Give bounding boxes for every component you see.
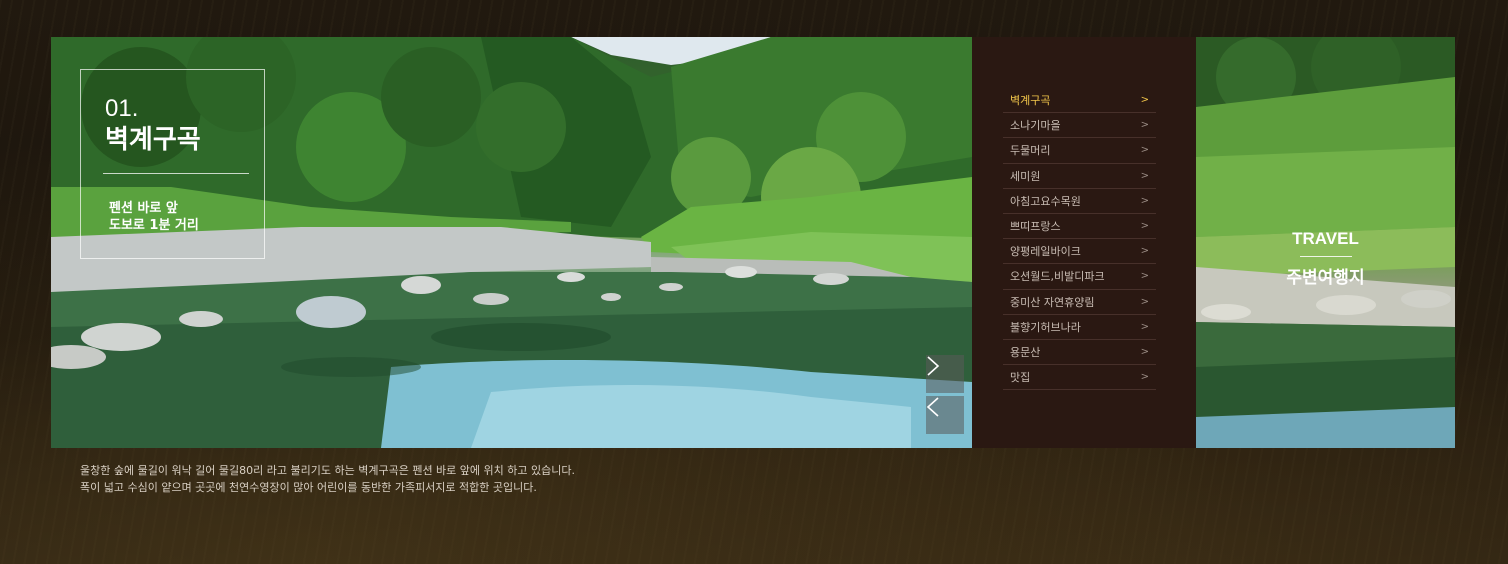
feature-title: 벽계구곡: [105, 125, 201, 155]
feature-subtitle-line1: 펜션 바로 앞: [109, 201, 178, 216]
nav-item[interactable]: 중미산 자연휴양림 >: [1003, 290, 1156, 315]
nav-item-label: 벽계구곡: [1010, 94, 1051, 108]
travel-divider: [1300, 256, 1352, 257]
chevron-right-icon: >: [1140, 119, 1149, 131]
main-photo: 01. 벽계구곡 펜션 바로 앞 도보로 1분 거리: [51, 37, 972, 448]
chevron-right-icon: >: [1140, 170, 1149, 182]
attraction-nav: 벽계구곡 > 소나기마을 > 두물머리 > 세미원 > 아침고요수목원 > 쁘띠프랑스 > 양평레일바이…: [972, 37, 1196, 448]
chevron-right-icon: >: [1140, 321, 1149, 333]
nav-item[interactable]: 불향기허브나라 >: [1003, 315, 1156, 340]
feature-subtitle: 펜션 바로 앞 도보로 1분 거리: [109, 200, 199, 234]
chevron-right-icon: >: [1140, 270, 1149, 282]
chevron-right-icon: >: [1140, 371, 1149, 383]
chevron-right-icon: [927, 356, 940, 376]
nav-item[interactable]: 소나기마을 >: [1003, 113, 1156, 139]
nav-item-label: 세미원: [1010, 169, 1041, 183]
title-divider: [103, 173, 249, 174]
description: 울창한 숲에 물길이 워낙 길어 물길80리 라고 불리기도 하는 벽계구곡은 …: [80, 462, 575, 496]
next-button[interactable]: [926, 355, 964, 393]
nav-item[interactable]: 맛집 >: [1003, 365, 1156, 391]
nav-item-label: 소나기마을: [1010, 119, 1061, 133]
nav-item-label: 불향기허브나라: [1010, 320, 1081, 334]
content-stage: 01. 벽계구곡 펜션 바로 앞 도보로 1분 거리 벽계구곡 > 소나기마을 > 두물…: [51, 37, 1455, 448]
travel-title-en: TRAVEL: [1292, 229, 1359, 248]
nav-item[interactable]: 양평레일바이크 >: [1003, 239, 1156, 265]
description-line2: 폭이 넓고 수심이 얕으며 곳곳에 천연수영장이 많아 어린이를 동반한 가족피…: [80, 481, 537, 494]
nav-item[interactable]: 아침고요수목원 >: [1003, 189, 1156, 214]
nav-item[interactable]: 오션월드,비발디파크 >: [1003, 264, 1156, 290]
chevron-right-icon: >: [1140, 296, 1149, 308]
nav-item-label: 양평레일바이크: [1010, 245, 1081, 259]
feature-title-box: 01. 벽계구곡 펜션 바로 앞 도보로 1분 거리: [80, 69, 265, 259]
travel-panel[interactable]: TRAVEL 주변여행지: [1196, 37, 1455, 448]
chevron-right-icon: >: [1140, 346, 1149, 358]
nav-item-label: 쁘띠프랑스: [1010, 220, 1061, 234]
nav-item-label: 중미산 자연휴양림: [1010, 295, 1095, 309]
nav-item-label: 용문산: [1010, 345, 1041, 359]
nav-item[interactable]: 세미원 >: [1003, 164, 1156, 189]
nav-item-label: 맛집: [1010, 371, 1031, 385]
nav-item[interactable]: 벽계구곡 >: [1003, 88, 1156, 114]
chevron-right-icon: >: [1140, 245, 1149, 257]
chevron-right-icon: >: [1140, 220, 1149, 232]
attraction-list: 벽계구곡 > 소나기마을 > 두물머리 > 세미원 > 아침고요수목원 > 쁘띠프랑스 > 양평레일바이…: [1003, 88, 1156, 391]
chevron-left-icon: [926, 397, 939, 417]
travel-title-ko: 주변여행지: [1286, 268, 1365, 288]
feature-subtitle-line2: 도보로 1분 거리: [109, 218, 199, 233]
nav-item-label: 오션월드,비발디파크: [1010, 270, 1105, 284]
chevron-right-icon: >: [1140, 144, 1149, 156]
nav-item[interactable]: 용문산 >: [1003, 340, 1156, 366]
nav-item[interactable]: 두물머리 >: [1003, 138, 1156, 164]
nav-item-label: 아침고요수목원: [1010, 194, 1081, 208]
chevron-right-icon: >: [1140, 195, 1149, 207]
description-line1: 울창한 숲에 물길이 워낙 길어 물길80리 라고 불리기도 하는 벽계구곡은 …: [80, 464, 575, 477]
chevron-right-icon: >: [1140, 94, 1149, 106]
nav-item[interactable]: 쁘띠프랑스 >: [1003, 214, 1156, 240]
prev-button[interactable]: [926, 396, 964, 434]
nav-item-label: 두물머리: [1010, 144, 1051, 158]
feature-number: 01.: [105, 95, 139, 122]
